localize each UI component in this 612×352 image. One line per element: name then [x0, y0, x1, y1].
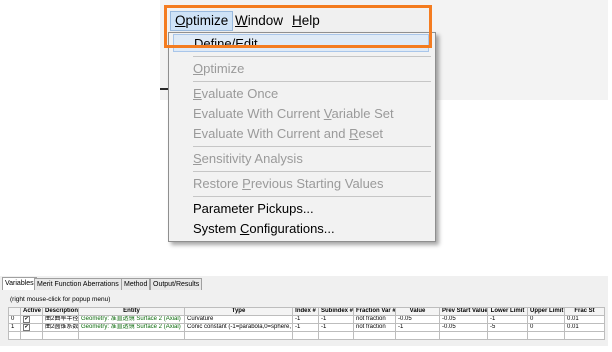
menu-separator	[193, 146, 431, 147]
description-cell[interactable]: 曲2曲率半径	[42, 315, 79, 324]
index-cell[interactable]: -1	[292, 315, 319, 324]
row-index: 1	[8, 323, 21, 332]
value-cell[interactable]: -1	[395, 323, 440, 332]
lower-limit-cell[interactable]: -5	[487, 323, 528, 332]
tab-method[interactable]: Method	[121, 278, 151, 290]
table-row[interactable]: 1 ✔ 曲2圆锥系数 Geometry: 准直透镜 Surface 2 (Axi…	[8, 323, 605, 332]
column-header[interactable]: Entity	[78, 307, 185, 316]
type-cell[interactable]: Conic constant (-1=parabola,0=sphere,	[184, 323, 293, 332]
menu-item-restore-previous[interactable]: Restore Previous Starting Values	[193, 175, 384, 193]
column-header[interactable]: Fraction Var #	[353, 307, 396, 316]
table-header-row: Active Description Entity Type Index # S…	[8, 307, 605, 316]
menu-help[interactable]: Help	[288, 12, 324, 30]
menu-item-evaluate-current-reset[interactable]: Evaluate With Current and Reset	[193, 125, 383, 143]
menu-item-sensitivity-analysis[interactable]: Sensitivity Analysis	[193, 150, 303, 168]
column-header[interactable]: Lower Limit	[487, 307, 528, 316]
menu-item-evaluate-current-variable-set[interactable]: Evaluate With Current Variable Set	[193, 105, 394, 123]
menu-item-evaluate-once[interactable]: Evaluate Once	[193, 85, 278, 103]
menu-window[interactable]: Window	[231, 12, 287, 30]
optimize-dropdown-menu: Define/Edit... Optimize Evaluate Once Ev…	[168, 32, 436, 242]
menu-separator	[193, 196, 431, 197]
column-header[interactable]: Index #	[292, 307, 319, 316]
entity-cell[interactable]: Geometry: 准直透镜 Surface 2 (Axial)	[78, 315, 185, 324]
column-header[interactable]: Frac St	[564, 307, 605, 316]
table-row[interactable]: 0 ✔ 曲2曲率半径 Geometry: 准直透镜 Surface 2 (Axi…	[8, 315, 605, 324]
menu-item-define-edit[interactable]: Define/Edit...	[173, 34, 429, 52]
column-header[interactable]: Subindex #	[318, 307, 354, 316]
lower-limit-cell[interactable]: -1	[487, 315, 528, 324]
active-checkbox[interactable]: ✔	[20, 315, 43, 324]
menu-optimize[interactable]: Optimize	[170, 11, 234, 31]
column-header[interactable]: Type	[184, 307, 293, 316]
frac-step-cell[interactable]: 0.01	[564, 323, 605, 332]
optimizer-panel: Variables Merit Function Aberrations Met…	[0, 276, 608, 346]
active-checkbox[interactable]: ✔	[20, 323, 43, 332]
tab-variables[interactable]: Variables	[2, 277, 37, 290]
upper-limit-cell[interactable]: 0	[527, 323, 565, 332]
tab-output-results[interactable]: Output/Results	[150, 278, 203, 290]
column-header[interactable]: Upper Limit	[527, 307, 565, 316]
subindex-cell[interactable]: -1	[318, 323, 354, 332]
menu-item-parameter-pickups[interactable]: Parameter Pickups...	[193, 200, 314, 218]
prev-start-value-cell[interactable]: -0.05	[439, 323, 488, 332]
value-cell[interactable]: -0.05	[395, 315, 440, 324]
description-cell[interactable]: 曲2圆锥系数	[42, 323, 79, 332]
column-header[interactable]: Value	[395, 307, 440, 316]
column-header[interactable]: Description	[42, 307, 79, 316]
row-index: 0	[8, 315, 21, 324]
column-header[interactable]: Prev Start Value	[439, 307, 488, 316]
menu-bar: Optimize Window Help	[168, 10, 432, 32]
menu-separator	[193, 81, 431, 82]
menu-item-optimize[interactable]: Optimize	[193, 60, 244, 78]
variables-table: Active Description Entity Type Index # S…	[8, 307, 605, 340]
frac-step-cell[interactable]: 0.01	[564, 315, 605, 324]
index-cell[interactable]: -1	[292, 323, 319, 332]
menu-separator	[193, 171, 431, 172]
column-header[interactable]: Active	[20, 307, 43, 316]
entity-cell[interactable]: Geometry: 准直透镜 Surface 2 (Axial)	[78, 323, 185, 332]
menu-item-system-configurations[interactable]: System Configurations...	[193, 220, 335, 238]
subindex-cell[interactable]: -1	[318, 315, 354, 324]
fraction-var-cell[interactable]: not fraction	[353, 323, 396, 332]
menu-separator	[193, 56, 431, 57]
column-header	[8, 307, 21, 316]
tab-merit-function-aberrations[interactable]: Merit Function Aberrations	[34, 278, 122, 290]
table-row-empty[interactable]	[8, 331, 605, 340]
prev-start-value-cell[interactable]: -0.05	[439, 315, 488, 324]
upper-limit-cell[interactable]: 0	[527, 315, 565, 324]
type-cell[interactable]: Curvature	[184, 315, 293, 324]
fraction-var-cell[interactable]: not fraction	[353, 315, 396, 324]
popup-hint: (right mouse-click for popup menu)	[10, 296, 111, 303]
